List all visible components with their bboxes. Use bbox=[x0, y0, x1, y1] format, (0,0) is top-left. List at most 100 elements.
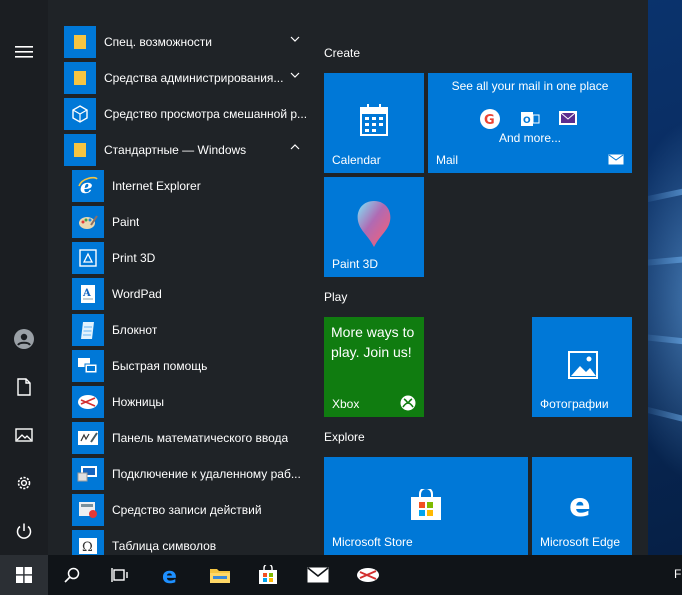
pictures-icon bbox=[15, 428, 33, 442]
start-rail bbox=[0, 0, 48, 555]
yahoo-mail-icon bbox=[559, 111, 577, 125]
taskbar-snipping-tool-button[interactable] bbox=[344, 555, 392, 595]
mail-header-text: See all your mail in one place bbox=[451, 79, 609, 93]
outlook-icon: O bbox=[521, 112, 540, 126]
tile-label: Mail bbox=[436, 153, 459, 167]
settings-button[interactable] bbox=[0, 461, 48, 505]
snipping-tool-icon bbox=[72, 386, 104, 418]
app-list-item-label: Блокнот bbox=[112, 323, 158, 337]
gear-icon bbox=[17, 476, 31, 490]
documents-button[interactable] bbox=[0, 365, 48, 409]
tile-label: Microsoft Edge bbox=[540, 535, 621, 549]
folder-icon bbox=[210, 569, 230, 583]
app-list-item-accessories-folder[interactable]: Стандартные — Windows bbox=[60, 132, 310, 168]
math-input-icon bbox=[72, 422, 104, 454]
photos-icon bbox=[568, 351, 598, 379]
app-list-item-remote-desktop[interactable]: Подключение к удаленному раб... bbox=[60, 456, 310, 492]
app-list-item-label: Средство просмотра смешанной р... bbox=[104, 107, 308, 121]
microsoft-store-icon bbox=[411, 489, 441, 520]
app-list-item-internet-explorer[interactable]: e Internet Explorer bbox=[60, 168, 310, 204]
chevron-up-icon bbox=[290, 144, 300, 150]
app-list-item-snipping-tool[interactable]: Ножницы bbox=[60, 384, 310, 420]
quick-assist-icon bbox=[72, 350, 104, 382]
tile-microsoft-edge[interactable]: e Microsoft Edge bbox=[532, 457, 632, 555]
svg-text:e: e bbox=[162, 564, 177, 586]
svg-text:e: e bbox=[569, 489, 591, 521]
app-list-item-accessibility-folder[interactable]: Спец. возможности bbox=[60, 24, 310, 60]
svg-text:G: G bbox=[484, 113, 495, 128]
document-icon bbox=[17, 378, 31, 396]
chevron-down-icon bbox=[290, 72, 300, 78]
app-list-item-character-map[interactable]: Ω Таблица символов bbox=[60, 528, 310, 555]
power-button[interactable] bbox=[0, 509, 48, 553]
tile-mail[interactable]: See all your mail in one place G O And m… bbox=[428, 73, 632, 173]
taskbar-edge-button[interactable]: e bbox=[148, 555, 196, 595]
app-list-item-print-3d[interactable]: Print 3D bbox=[60, 240, 310, 276]
tile-photos[interactable]: Фотографии bbox=[532, 317, 632, 417]
app-list-item-label: Internet Explorer bbox=[112, 179, 201, 193]
app-list-item-steps-recorder[interactable]: Средство записи действий bbox=[60, 492, 310, 528]
power-icon bbox=[16, 523, 32, 539]
app-list-item-label: Панель математического ввода bbox=[112, 431, 289, 445]
xbox-logo-icon bbox=[400, 395, 416, 411]
folder-icon bbox=[64, 62, 96, 94]
app-list-item-notepad[interactable]: Блокнот bbox=[60, 312, 310, 348]
app-list: Спец. возможности Средства администриров… bbox=[60, 24, 310, 555]
app-list-item-label: Средства администрирования... bbox=[104, 71, 284, 85]
task-view-icon bbox=[111, 568, 128, 582]
app-list-item-quick-assist[interactable]: Быстрая помощь bbox=[60, 348, 310, 384]
tile-paint-3d[interactable]: Paint 3D bbox=[324, 177, 424, 277]
notepad-icon bbox=[72, 314, 104, 346]
svg-text:Ω: Ω bbox=[82, 540, 93, 555]
tile-microsoft-store[interactable]: Microsoft Store bbox=[324, 457, 528, 555]
app-list-item-label: Print 3D bbox=[112, 251, 156, 265]
xbox-promo-text: More ways to play. Join us! bbox=[331, 324, 415, 360]
mixed-reality-viewer-icon bbox=[64, 98, 96, 130]
start-menu: Спец. возможности Средства администриров… bbox=[0, 0, 648, 555]
calendar-icon bbox=[360, 104, 388, 136]
pictures-button[interactable] bbox=[0, 413, 48, 457]
app-list-item-label: Таблица символов bbox=[112, 539, 217, 553]
app-list-item-label: Быстрая помощь bbox=[112, 359, 208, 373]
chevron-down-icon bbox=[290, 36, 300, 42]
search-icon bbox=[64, 567, 80, 583]
hamburger-menu-button[interactable] bbox=[0, 30, 48, 74]
tile-label: Фотографии bbox=[540, 397, 609, 411]
taskbar-right-edge-text: F bbox=[674, 567, 682, 581]
svg-text:A: A bbox=[82, 288, 91, 299]
group-title-create: Create bbox=[324, 46, 361, 60]
start-button[interactable] bbox=[0, 555, 48, 595]
account-button[interactable] bbox=[0, 317, 48, 361]
task-view-button[interactable] bbox=[96, 555, 144, 595]
hamburger-icon bbox=[15, 46, 33, 58]
tile-calendar[interactable]: Calendar bbox=[324, 73, 424, 173]
paint-3d-icon bbox=[357, 201, 391, 247]
windows-logo-icon bbox=[16, 567, 32, 583]
app-list-item-label: Подключение к удаленному раб... bbox=[112, 467, 301, 481]
app-list-item-label: Стандартные — Windows bbox=[104, 143, 247, 157]
app-list-item-label: Ножницы bbox=[112, 395, 165, 409]
snipping-tool-icon bbox=[357, 568, 379, 582]
search-button[interactable] bbox=[48, 555, 96, 595]
tile-label: Paint 3D bbox=[332, 257, 379, 271]
app-list-item-admin-tools-folder[interactable]: Средства администрирования... bbox=[60, 60, 310, 96]
tile-label: Microsoft Store bbox=[332, 535, 413, 549]
taskbar-file-explorer-button[interactable] bbox=[196, 555, 244, 595]
edge-icon: e bbox=[162, 564, 177, 586]
mail-envelope-icon bbox=[307, 567, 329, 583]
app-list-item-wordpad[interactable]: A WordPad bbox=[60, 276, 310, 312]
character-map-icon: Ω bbox=[72, 530, 104, 555]
taskbar-store-button[interactable] bbox=[244, 555, 292, 595]
internet-explorer-icon: e bbox=[72, 170, 104, 202]
app-list-item-mixed-reality-viewer[interactable]: Средство просмотра смешанной р... bbox=[60, 96, 310, 132]
tile-xbox[interactable]: More ways to play. Join us! Xbox bbox=[324, 317, 424, 417]
mail-more-text: And more... bbox=[498, 131, 562, 145]
remote-desktop-icon bbox=[72, 458, 104, 490]
folder-icon bbox=[64, 26, 96, 58]
app-list-item-paint[interactable]: Paint bbox=[60, 204, 310, 240]
app-list-item-label: WordPad bbox=[112, 287, 162, 301]
app-list-item-math-input-panel[interactable]: Панель математического ввода bbox=[60, 420, 310, 456]
taskbar-mail-button[interactable] bbox=[294, 555, 342, 595]
group-title-explore: Explore bbox=[324, 430, 365, 444]
folder-icon bbox=[64, 134, 96, 166]
